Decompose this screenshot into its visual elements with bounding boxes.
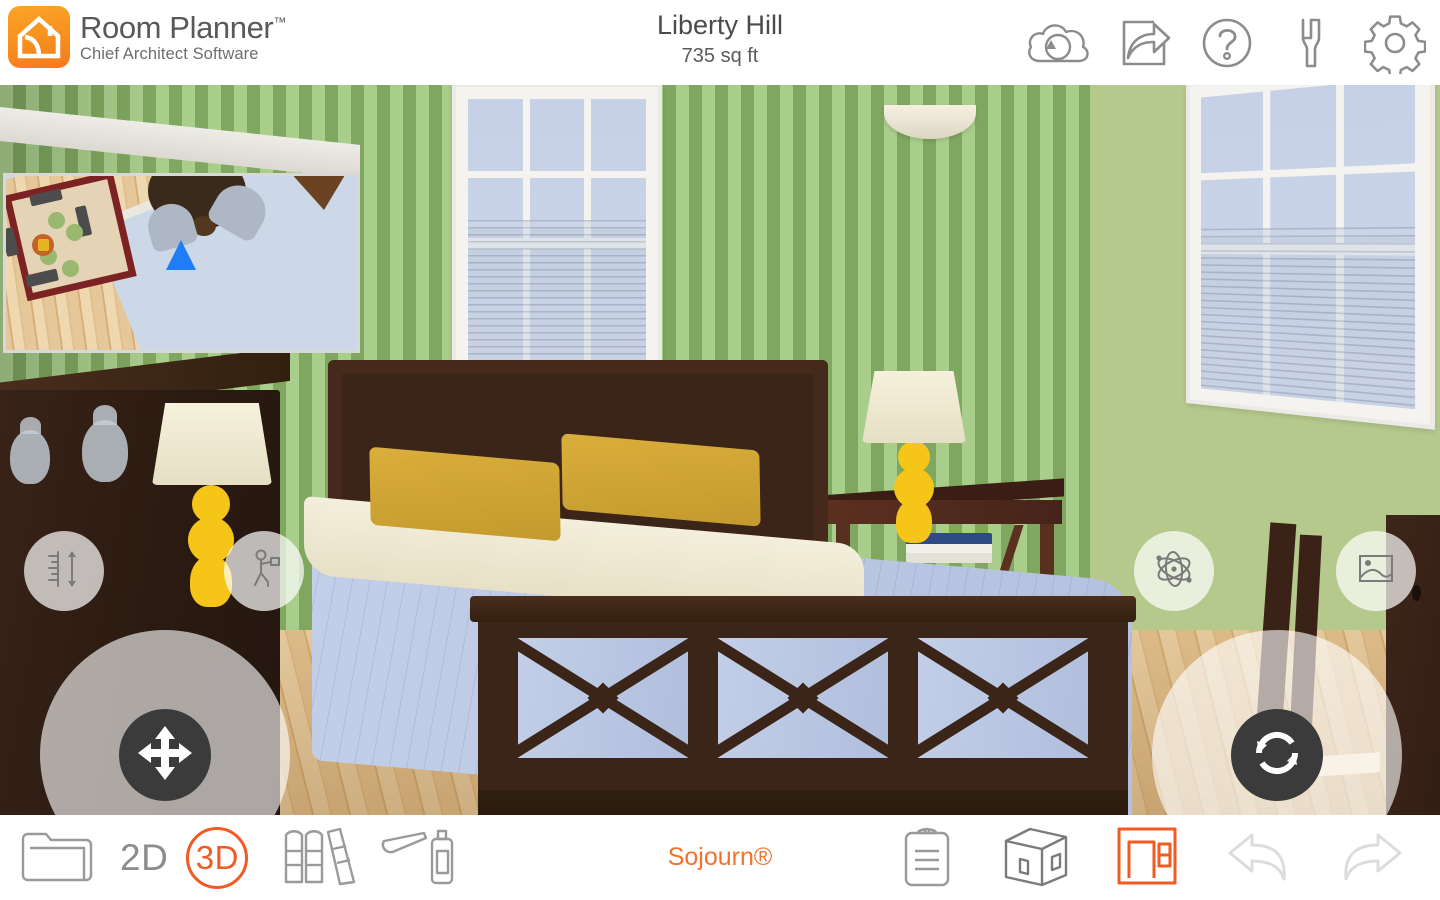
rotate-joystick-knob[interactable] [1231, 709, 1323, 801]
footboard-center-dot [987, 682, 1019, 714]
tab-2d[interactable]: 2D [106, 837, 182, 879]
tools-button[interactable] [1280, 12, 1342, 74]
window-left[interactable] [452, 85, 662, 383]
minimap-plate [62, 260, 79, 277]
render-photo-button[interactable] [1336, 531, 1416, 611]
pan-joystick-knob[interactable] [119, 709, 211, 801]
window-blinds [1200, 226, 1416, 410]
brand-text: Room Planner™ Chief Architect Software [80, 12, 286, 63]
cloud-sync-button[interactable] [1028, 12, 1090, 74]
circular-arrows-icon [1244, 720, 1310, 791]
window-blinds [468, 219, 646, 367]
decor-urn-lid [93, 405, 117, 425]
3d-viewport[interactable] [0, 85, 1440, 815]
mullion [468, 171, 646, 179]
decor-urn[interactable] [82, 420, 128, 482]
toolbar-left-group: 2D 3D [0, 823, 466, 893]
undo-icon [1222, 827, 1294, 888]
decor-urn[interactable] [10, 430, 50, 484]
gear-icon [1364, 12, 1426, 74]
materials-button[interactable] [370, 823, 466, 893]
footboard-rail [470, 596, 1136, 622]
building-view-button[interactable] [992, 823, 1080, 893]
walking-person-icon [241, 546, 287, 597]
settings-button[interactable] [1364, 12, 1426, 74]
wrench-icon [1280, 12, 1342, 74]
dresser-knob [1412, 585, 1421, 601]
footboard-x-panel [718, 638, 888, 758]
camera-position-arrow[interactable] [166, 240, 196, 270]
minimap[interactable] [3, 173, 360, 353]
room-plan-button[interactable] [1106, 823, 1188, 893]
brand-name-text: Room Planner [80, 9, 274, 45]
window-right[interactable] [1186, 85, 1436, 430]
library-button[interactable] [270, 823, 370, 893]
redo-button[interactable] [1328, 823, 1416, 893]
style-name-text[interactable]: Sojourn® [668, 843, 773, 871]
footboard-x-panel [918, 638, 1088, 758]
header-actions [1028, 0, 1426, 85]
folder-icon [18, 827, 98, 888]
atom-orbit-icon [1151, 546, 1197, 597]
window-left-glass [468, 99, 646, 367]
cloud-sync-icon [1024, 17, 1094, 69]
room-plan-icon [1114, 824, 1180, 891]
brand-name: Room Planner™ [80, 12, 286, 43]
elevation-button[interactable] [24, 531, 104, 611]
projects-button[interactable] [10, 823, 106, 893]
bed-footboard [478, 604, 1128, 804]
minimap-plate [48, 212, 65, 229]
mullion [1200, 163, 1416, 181]
clipboard-icon [896, 823, 958, 892]
undo-button[interactable] [1214, 823, 1302, 893]
footboard-center-dot [787, 682, 819, 714]
paint-spray-icon [378, 825, 458, 890]
lamp-left-sphere [192, 485, 230, 523]
room-planner-logo-icon [8, 6, 70, 68]
brand-subtitle: Chief Architect Software [80, 44, 259, 63]
bed[interactable] [300, 360, 1160, 815]
help-button[interactable] [1196, 12, 1258, 74]
redo-icon [1336, 827, 1408, 888]
photo-image-icon [1353, 546, 1399, 597]
window-right-glass [1200, 85, 1416, 410]
pillow [369, 446, 561, 542]
brand-trademark: ™ [273, 14, 286, 30]
share-icon [1112, 12, 1174, 74]
notes-button[interactable] [888, 823, 966, 893]
table-lamp-left[interactable] [152, 403, 272, 485]
app-header: Room Planner™ Chief Architect Software L… [0, 0, 1440, 85]
building-3d-icon [1000, 823, 1072, 892]
bed-base [478, 790, 1128, 815]
footboard-center-dot [587, 682, 619, 714]
minimap-plate [66, 224, 83, 241]
help-icon [1196, 12, 1258, 74]
tab-3d[interactable]: 3D [186, 826, 249, 889]
toolbar-right-group [888, 823, 1440, 893]
footboard-x-panel [518, 638, 688, 758]
minimap-centerpiece-inner [38, 239, 49, 251]
walkthrough-button[interactable] [224, 531, 304, 611]
ruler-height-icon [41, 546, 87, 597]
orbit-button[interactable] [1134, 531, 1214, 611]
books-library-icon [278, 825, 362, 890]
room-planner-app: Room Planner™ Chief Architect Software L… [0, 0, 1440, 900]
four-way-arrows-icon [132, 720, 198, 791]
decor-urn-lid [20, 417, 41, 434]
bottom-toolbar: 2D 3D Sojourn® [0, 815, 1440, 900]
brand-logo: Room Planner™ Chief Architect Software [8, 6, 286, 68]
share-button[interactable] [1112, 12, 1174, 74]
